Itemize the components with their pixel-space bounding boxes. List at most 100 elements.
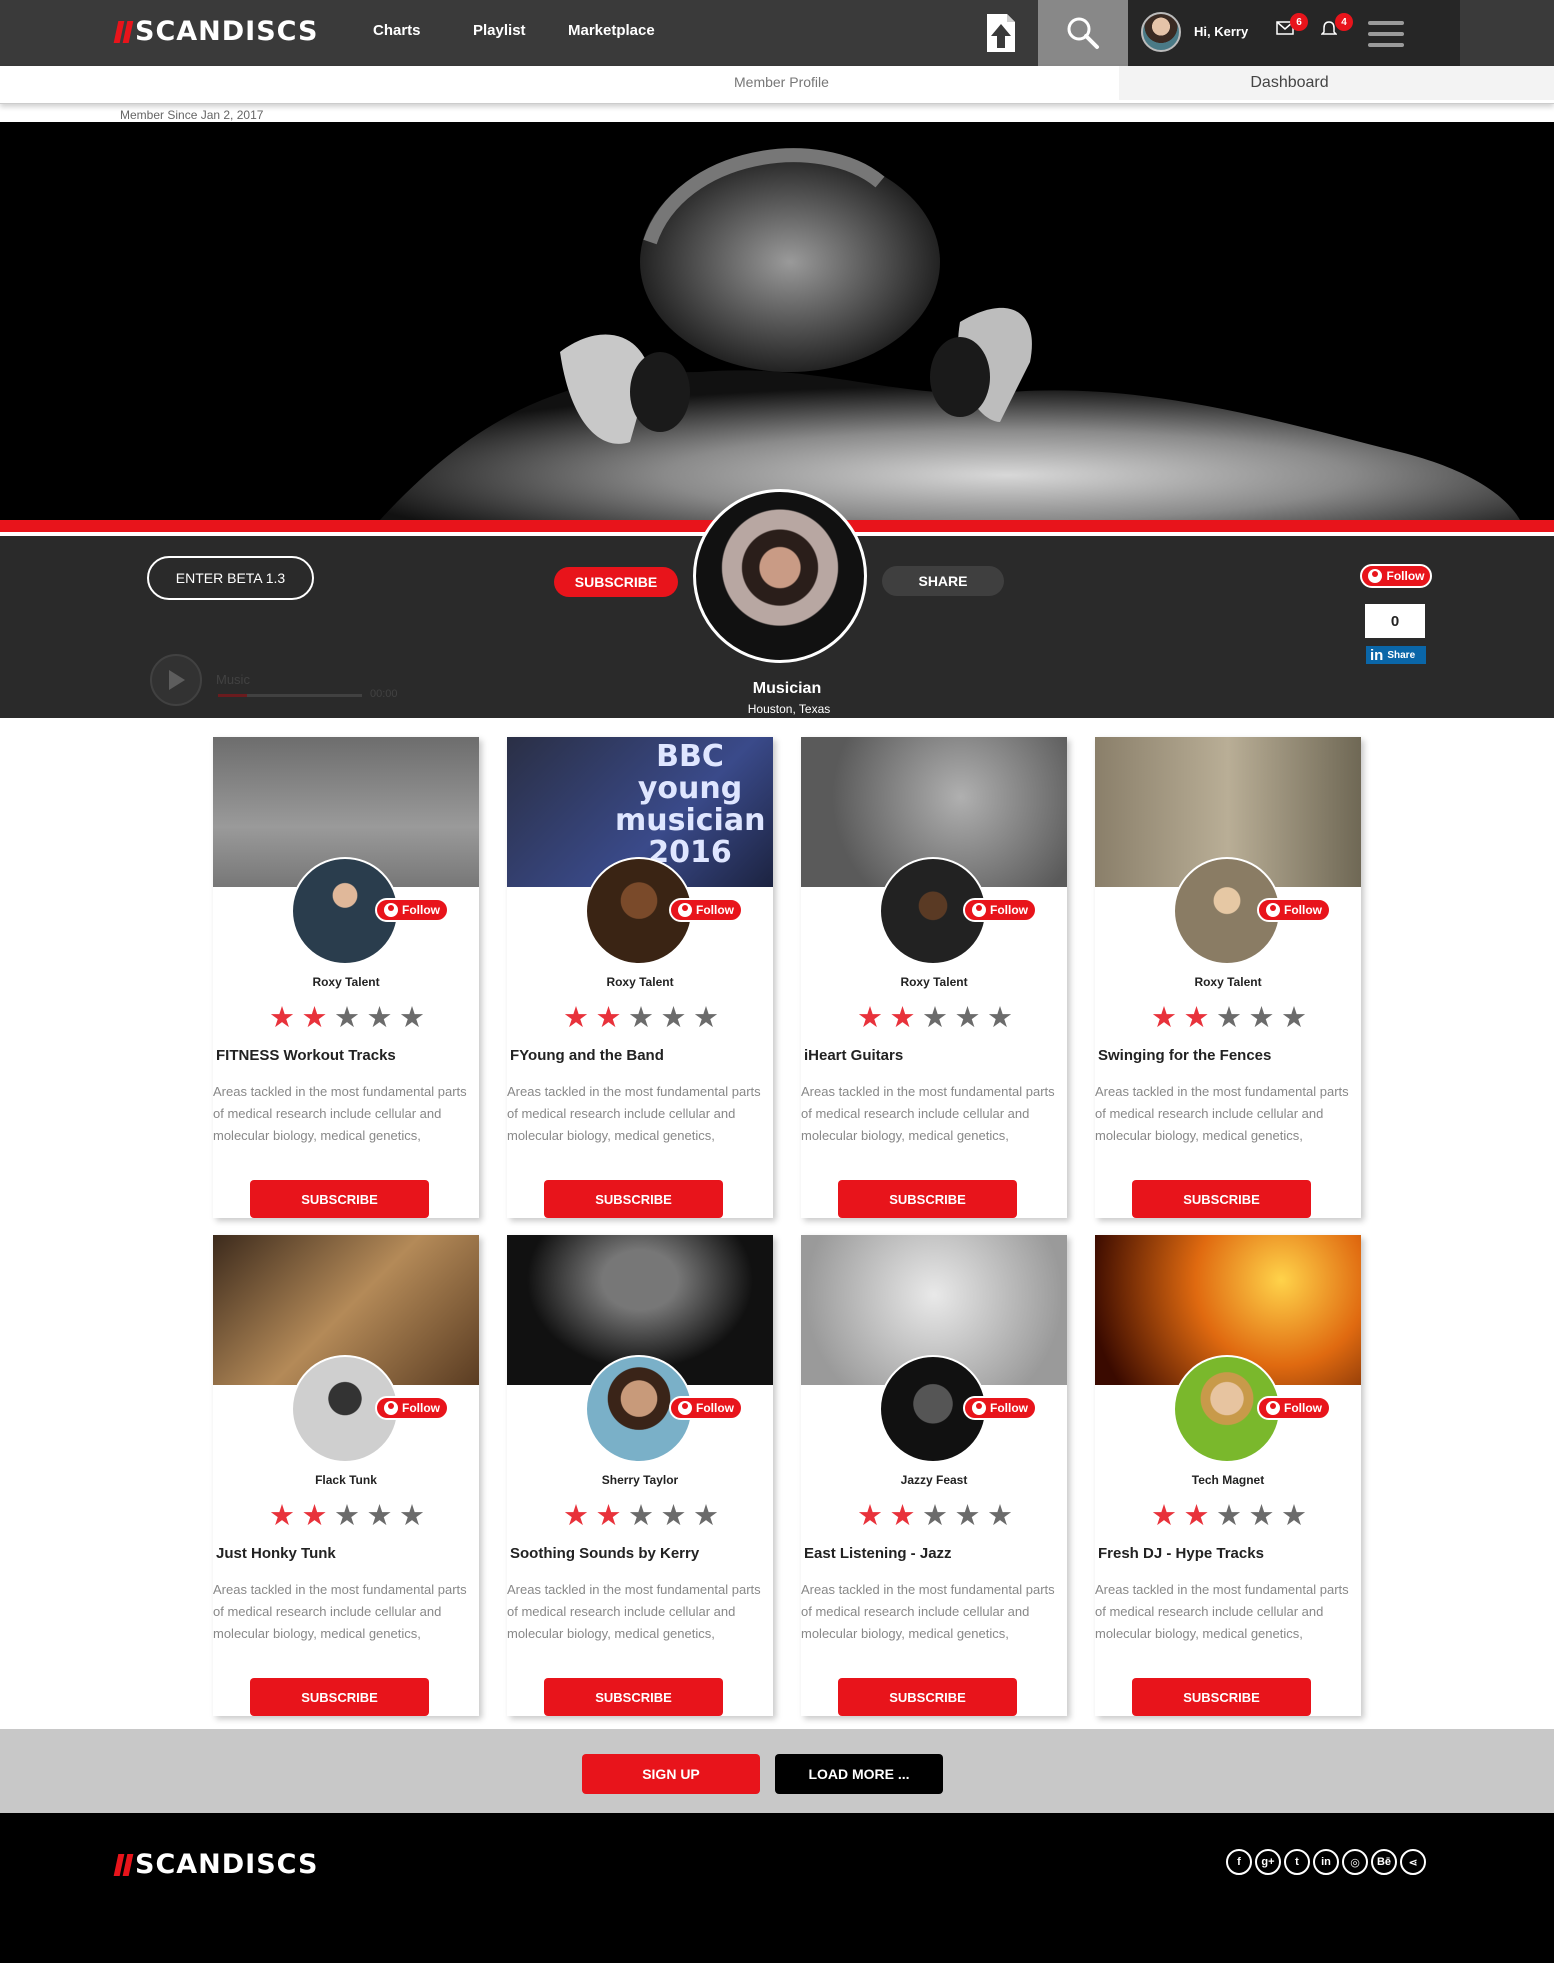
profile-share-button[interactable]: SHARE [882, 566, 1004, 596]
google-plus-icon[interactable]: g+ [1255, 1849, 1281, 1875]
card-subscribe-button[interactable]: SUBSCRIBE [250, 1180, 429, 1218]
card-title[interactable]: Fresh DJ - Hype Tracks [1098, 1545, 1360, 1562]
star-icon[interactable]: ★ [334, 1003, 360, 1033]
linkedin-icon[interactable]: in [1313, 1849, 1339, 1875]
track-card[interactable]: Follow Tech Magnet ★ ★ ★ ★ ★ Fresh DJ - Hype Tr… [1095, 1235, 1361, 1716]
rating-stars[interactable]: ★ ★ ★ ★ ★ [563, 1003, 719, 1033]
track-card[interactable]: Follow Roxy Talent ★ ★ ★ ★ ★ FITNESS Workout Tr… [213, 737, 479, 1218]
star-icon[interactable]: ★ [955, 1003, 981, 1033]
card-artist-name[interactable]: Sherry Taylor [507, 1473, 773, 1487]
star-icon[interactable]: ★ [628, 1003, 654, 1033]
card-follow-button[interactable]: Follow [1257, 898, 1331, 922]
behance-icon[interactable]: Bē [1371, 1849, 1397, 1875]
card-title[interactable]: Soothing Sounds by Kerry [510, 1545, 772, 1562]
card-subscribe-button[interactable]: SUBSCRIBE [1132, 1180, 1311, 1218]
rating-stars[interactable]: ★ ★ ★ ★ ★ [269, 1003, 425, 1033]
star-icon[interactable]: ★ [1216, 1501, 1242, 1531]
card-title[interactable]: Just Honky Tunk [216, 1545, 478, 1562]
star-icon[interactable]: ★ [922, 1003, 948, 1033]
nav-playlist[interactable]: Playlist [473, 22, 526, 39]
rating-stars[interactable]: ★ ★ ★ ★ ★ [857, 1501, 1013, 1531]
star-icon[interactable]: ★ [269, 1501, 295, 1531]
card-artist-name[interactable]: Roxy Talent [1095, 975, 1361, 989]
star-icon[interactable]: ★ [563, 1003, 589, 1033]
star-icon[interactable]: ★ [890, 1003, 916, 1033]
nav-charts[interactable]: Charts [373, 22, 421, 39]
card-subscribe-button[interactable]: SUBSCRIBE [544, 1678, 723, 1716]
messages-icon[interactable]: 6 [1276, 13, 1308, 41]
rating-stars[interactable]: ★ ★ ★ ★ ★ [563, 1501, 719, 1531]
card-subscribe-button[interactable]: SUBSCRIBE [838, 1678, 1017, 1716]
rating-stars[interactable]: ★ ★ ★ ★ ★ [1151, 1501, 1307, 1531]
star-icon[interactable]: ★ [955, 1501, 981, 1531]
star-icon[interactable]: ★ [987, 1003, 1013, 1033]
tab-member-profile[interactable]: Member Profile [734, 74, 829, 90]
card-follow-button[interactable]: Follow [375, 1396, 449, 1420]
tab-dashboard[interactable]: Dashboard [1119, 66, 1554, 100]
card-follow-button[interactable]: Follow [1257, 1396, 1331, 1420]
profile-avatar[interactable] [693, 489, 867, 663]
card-follow-button[interactable]: Follow [963, 898, 1037, 922]
star-icon[interactable]: ★ [302, 1003, 328, 1033]
star-icon[interactable]: ★ [1281, 1501, 1307, 1531]
nav-marketplace[interactable]: Marketplace [568, 22, 655, 39]
track-card[interactable]: Follow Flack Tunk ★ ★ ★ ★ ★ Just Honky Tunk Area… [213, 1235, 479, 1716]
star-icon[interactable]: ★ [857, 1501, 883, 1531]
star-icon[interactable]: ★ [1184, 1501, 1210, 1531]
logo[interactable]: SCANDISCS [113, 16, 318, 47]
profile-subscribe-button[interactable]: SUBSCRIBE [554, 567, 678, 597]
linkedin-share-button[interactable]: in Share [1366, 646, 1426, 664]
rating-stars[interactable]: ★ ★ ★ ★ ★ [1151, 1003, 1307, 1033]
search-button[interactable] [1038, 0, 1128, 66]
star-icon[interactable]: ★ [367, 1501, 393, 1531]
star-icon[interactable]: ★ [693, 1003, 719, 1033]
star-icon[interactable]: ★ [1151, 1501, 1177, 1531]
card-follow-button[interactable]: Follow [375, 898, 449, 922]
twitter-icon[interactable]: t [1284, 1849, 1310, 1875]
card-title[interactable]: East Listening - Jazz [804, 1545, 1066, 1562]
signup-button[interactable]: SIGN UP [582, 1754, 760, 1794]
star-icon[interactable]: ★ [922, 1501, 948, 1531]
track-card[interactable]: Follow Roxy Talent ★ ★ ★ ★ ★ iHeart Guitars Area… [801, 737, 1067, 1218]
star-icon[interactable]: ★ [890, 1501, 916, 1531]
track-card[interactable]: Follow Jazzy Feast ★ ★ ★ ★ ★ East Listening - J… [801, 1235, 1067, 1716]
card-title[interactable]: Swinging for the Fences [1098, 1047, 1360, 1064]
upload-icon[interactable] [983, 12, 1019, 54]
card-artist-name[interactable]: Roxy Talent [507, 975, 773, 989]
star-icon[interactable]: ★ [399, 1501, 425, 1531]
card-title[interactable]: FYoung and the Band [510, 1047, 772, 1064]
star-icon[interactable]: ★ [596, 1003, 622, 1033]
card-subscribe-button[interactable]: SUBSCRIBE [1132, 1678, 1311, 1716]
card-follow-button[interactable]: Follow [963, 1396, 1037, 1420]
instagram-icon[interactable]: ◎ [1342, 1849, 1368, 1875]
avatar[interactable] [1141, 12, 1181, 52]
star-icon[interactable]: ★ [596, 1501, 622, 1531]
profile-follow-button[interactable]: Follow [1360, 564, 1432, 588]
star-icon[interactable]: ★ [1184, 1003, 1210, 1033]
star-icon[interactable]: ★ [1151, 1003, 1177, 1033]
card-artist-name[interactable]: Flack Tunk [213, 1473, 479, 1487]
card-subscribe-button[interactable]: SUBSCRIBE [250, 1678, 429, 1716]
star-icon[interactable]: ★ [987, 1501, 1013, 1531]
star-icon[interactable]: ★ [1249, 1501, 1275, 1531]
star-icon[interactable]: ★ [661, 1003, 687, 1033]
track-card[interactable]: BBC young musician 2016 Follow Roxy Talent ★ ★ ★… [507, 737, 773, 1218]
card-title[interactable]: FITNESS Workout Tracks [216, 1047, 478, 1064]
star-icon[interactable]: ★ [693, 1501, 719, 1531]
star-icon[interactable]: ★ [563, 1501, 589, 1531]
rating-stars[interactable]: ★ ★ ★ ★ ★ [269, 1501, 425, 1531]
star-icon[interactable]: ★ [334, 1501, 360, 1531]
share-icon[interactable]: ⋖ [1400, 1849, 1426, 1875]
rating-stars[interactable]: ★ ★ ★ ★ ★ [857, 1003, 1013, 1033]
card-follow-button[interactable]: Follow [669, 898, 743, 922]
enter-beta-button[interactable]: ENTER BETA 1.3 [147, 556, 314, 600]
track-card[interactable]: Follow Sherry Taylor ★ ★ ★ ★ ★ Soothing Sounds … [507, 1235, 773, 1716]
star-icon[interactable]: ★ [628, 1501, 654, 1531]
card-title[interactable]: iHeart Guitars [804, 1047, 1066, 1064]
star-icon[interactable]: ★ [857, 1003, 883, 1033]
star-icon[interactable]: ★ [1281, 1003, 1307, 1033]
star-icon[interactable]: ★ [269, 1003, 295, 1033]
footer-logo[interactable]: SCANDISCS [113, 1849, 318, 1880]
card-follow-button[interactable]: Follow [669, 1396, 743, 1420]
card-subscribe-button[interactable]: SUBSCRIBE [838, 1180, 1017, 1218]
